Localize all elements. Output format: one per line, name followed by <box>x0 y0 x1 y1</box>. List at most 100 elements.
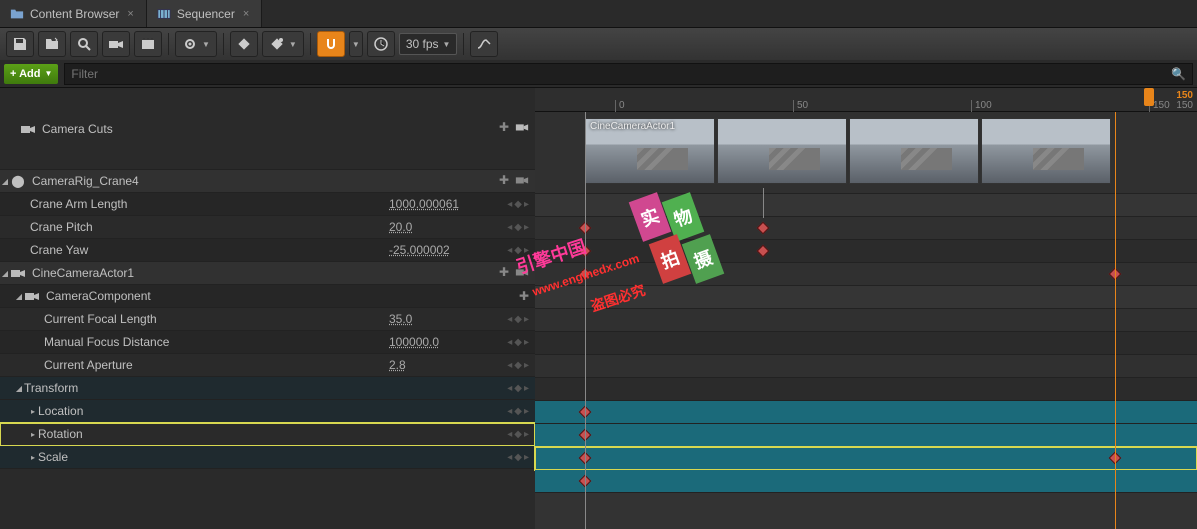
track-scale[interactable]: ▸ Scale ◂◆▸ <box>0 446 535 469</box>
next-key-icon[interactable]: ▸ <box>524 199 529 210</box>
tl-row-focal[interactable] <box>535 332 1197 355</box>
add-key-icon[interactable]: ◆ <box>514 245 522 256</box>
tl-row-focus[interactable] <box>535 355 1197 378</box>
add-key-icon[interactable]: ◆ <box>514 429 522 440</box>
add-key-icon[interactable]: ◆ <box>514 360 522 371</box>
track-transform[interactable]: ◢ Transform ◂◆▸ <box>0 377 535 400</box>
keyframe[interactable] <box>757 245 770 258</box>
prev-key-icon[interactable]: ◂ <box>507 199 512 210</box>
tab-content-browser[interactable]: Content Browser × <box>0 0 147 27</box>
expand-icon[interactable]: ▸ <box>28 407 38 416</box>
playhead-line[interactable] <box>1115 112 1116 529</box>
add-key-icon[interactable]: ◆ <box>514 314 522 325</box>
next-key-icon[interactable]: ▸ <box>524 429 529 440</box>
tl-row-component[interactable] <box>535 309 1197 332</box>
keyframe[interactable] <box>757 222 770 235</box>
curve-editor-button[interactable] <box>470 31 498 57</box>
camera-button[interactable] <box>102 31 130 57</box>
next-key-icon[interactable]: ▸ <box>524 452 529 463</box>
prev-key-icon[interactable]: ◂ <box>507 406 512 417</box>
plus-icon[interactable]: ✚ <box>519 289 529 303</box>
tl-row-pitch[interactable] <box>535 240 1197 263</box>
snap-options-button[interactable]: ▼ <box>349 31 363 57</box>
camera-icon[interactable] <box>515 265 529 282</box>
key-button[interactable] <box>230 31 258 57</box>
prev-key-icon[interactable]: ◂ <box>507 337 512 348</box>
tl-row-rotation[interactable] <box>535 447 1197 470</box>
prev-key-icon[interactable]: ◂ <box>507 314 512 325</box>
autokey-button[interactable]: ▼ <box>262 31 304 57</box>
tl-row-rig[interactable] <box>535 194 1197 217</box>
next-key-icon[interactable]: ▸ <box>524 383 529 394</box>
prev-key-icon[interactable]: ◂ <box>507 452 512 463</box>
timeline[interactable]: 150 150 0 50 100 150 CineCameraActor1 <box>535 88 1197 529</box>
track-cinecamera[interactable]: ◢ CineCameraActor1 ✚ <box>0 262 535 285</box>
view-options-button[interactable]: ▼ <box>175 31 217 57</box>
search-button[interactable] <box>70 31 98 57</box>
prev-key-icon[interactable]: ◂ <box>507 222 512 233</box>
prop-value[interactable]: 1000.000061 <box>389 197 479 211</box>
add-key-icon[interactable]: ◆ <box>514 452 522 463</box>
filter-input-wrap[interactable]: 🔍 <box>64 63 1193 85</box>
expand-icon[interactable]: ◢ <box>0 269 10 278</box>
add-button[interactable]: + Add ▼ <box>4 64 58 84</box>
tl-row-camera[interactable] <box>535 286 1197 309</box>
filter-input[interactable] <box>71 67 1171 81</box>
prev-key-icon[interactable]: ◂ <box>507 429 512 440</box>
plus-icon[interactable]: ✚ <box>499 265 509 282</box>
expand-icon[interactable]: ◢ <box>14 384 24 393</box>
prop-value[interactable]: 2.8 <box>389 358 479 372</box>
tl-row-camera-cuts[interactable]: CineCameraActor1 <box>535 112 1197 194</box>
camera-icon[interactable] <box>515 173 529 190</box>
tab-sequencer[interactable]: Sequencer × <box>147 0 262 27</box>
time-button[interactable] <box>367 31 395 57</box>
track-rotation[interactable]: ▸ Rotation ◂◆▸ <box>0 423 535 446</box>
track-crane-arm[interactable]: Crane Arm Length 1000.000061 ◂◆▸ <box>0 193 535 216</box>
expand-icon[interactable]: ◢ <box>14 292 24 301</box>
camera-cut-thumb[interactable] <box>849 118 979 184</box>
close-icon[interactable]: × <box>125 8 135 20</box>
track-location[interactable]: ▸ Location ◂◆▸ <box>0 400 535 423</box>
time-ruler[interactable]: 150 150 0 50 100 150 <box>535 88 1197 112</box>
prev-key-icon[interactable]: ◂ <box>507 383 512 394</box>
tl-row-yaw[interactable] <box>535 263 1197 286</box>
plus-icon[interactable]: ✚ <box>499 120 509 137</box>
prev-key-icon[interactable]: ◂ <box>507 360 512 371</box>
prev-key-icon[interactable]: ◂ <box>507 245 512 256</box>
next-key-icon[interactable]: ▸ <box>524 245 529 256</box>
camera-cut-thumb[interactable]: CineCameraActor1 <box>585 118 715 184</box>
track-aperture[interactable]: Current Aperture 2.8 ◂◆▸ <box>0 354 535 377</box>
track-focal-length[interactable]: Current Focal Length 35.0 ◂◆▸ <box>0 308 535 331</box>
track-camera-cuts[interactable]: Camera Cuts ✚ <box>0 88 535 170</box>
prop-value[interactable]: -25.000002 <box>389 243 479 257</box>
camera-cut-thumb[interactable] <box>717 118 847 184</box>
add-key-icon[interactable]: ◆ <box>514 337 522 348</box>
tl-row-arm[interactable] <box>535 217 1197 240</box>
timeline-body[interactable]: CineCameraActor1 <box>535 112 1197 529</box>
browse-button[interactable] <box>38 31 66 57</box>
camera-icon[interactable] <box>515 120 529 137</box>
fps-dropdown[interactable]: 30 fps ▼ <box>399 33 458 55</box>
next-key-icon[interactable]: ▸ <box>524 406 529 417</box>
track-crane-pitch[interactable]: Crane Pitch 20.0 ◂◆▸ <box>0 216 535 239</box>
next-key-icon[interactable]: ▸ <box>524 314 529 325</box>
snap-button[interactable] <box>317 31 345 57</box>
track-camerarig[interactable]: ◢ ⬤ CameraRig_Crane4 ✚ <box>0 170 535 193</box>
track-crane-yaw[interactable]: Crane Yaw -25.000002 ◂◆▸ <box>0 239 535 262</box>
add-key-icon[interactable]: ◆ <box>514 406 522 417</box>
expand-icon[interactable]: ▸ <box>28 430 38 439</box>
render-button[interactable] <box>134 31 162 57</box>
playhead-marker[interactable] <box>1144 88 1154 106</box>
plus-icon[interactable]: ✚ <box>499 173 509 190</box>
prop-value[interactable]: 20.0 <box>389 220 479 234</box>
tl-row-aperture[interactable] <box>535 378 1197 401</box>
camera-cut-thumb[interactable] <box>981 118 1111 184</box>
next-key-icon[interactable]: ▸ <box>524 337 529 348</box>
prop-value[interactable]: 35.0 <box>389 312 479 326</box>
prop-value[interactable]: 100000.0 <box>389 335 479 349</box>
tl-row-location[interactable] <box>535 424 1197 447</box>
save-button[interactable] <box>6 31 34 57</box>
expand-icon[interactable]: ▸ <box>28 453 38 462</box>
add-key-icon[interactable]: ◆ <box>514 199 522 210</box>
next-key-icon[interactable]: ▸ <box>524 360 529 371</box>
